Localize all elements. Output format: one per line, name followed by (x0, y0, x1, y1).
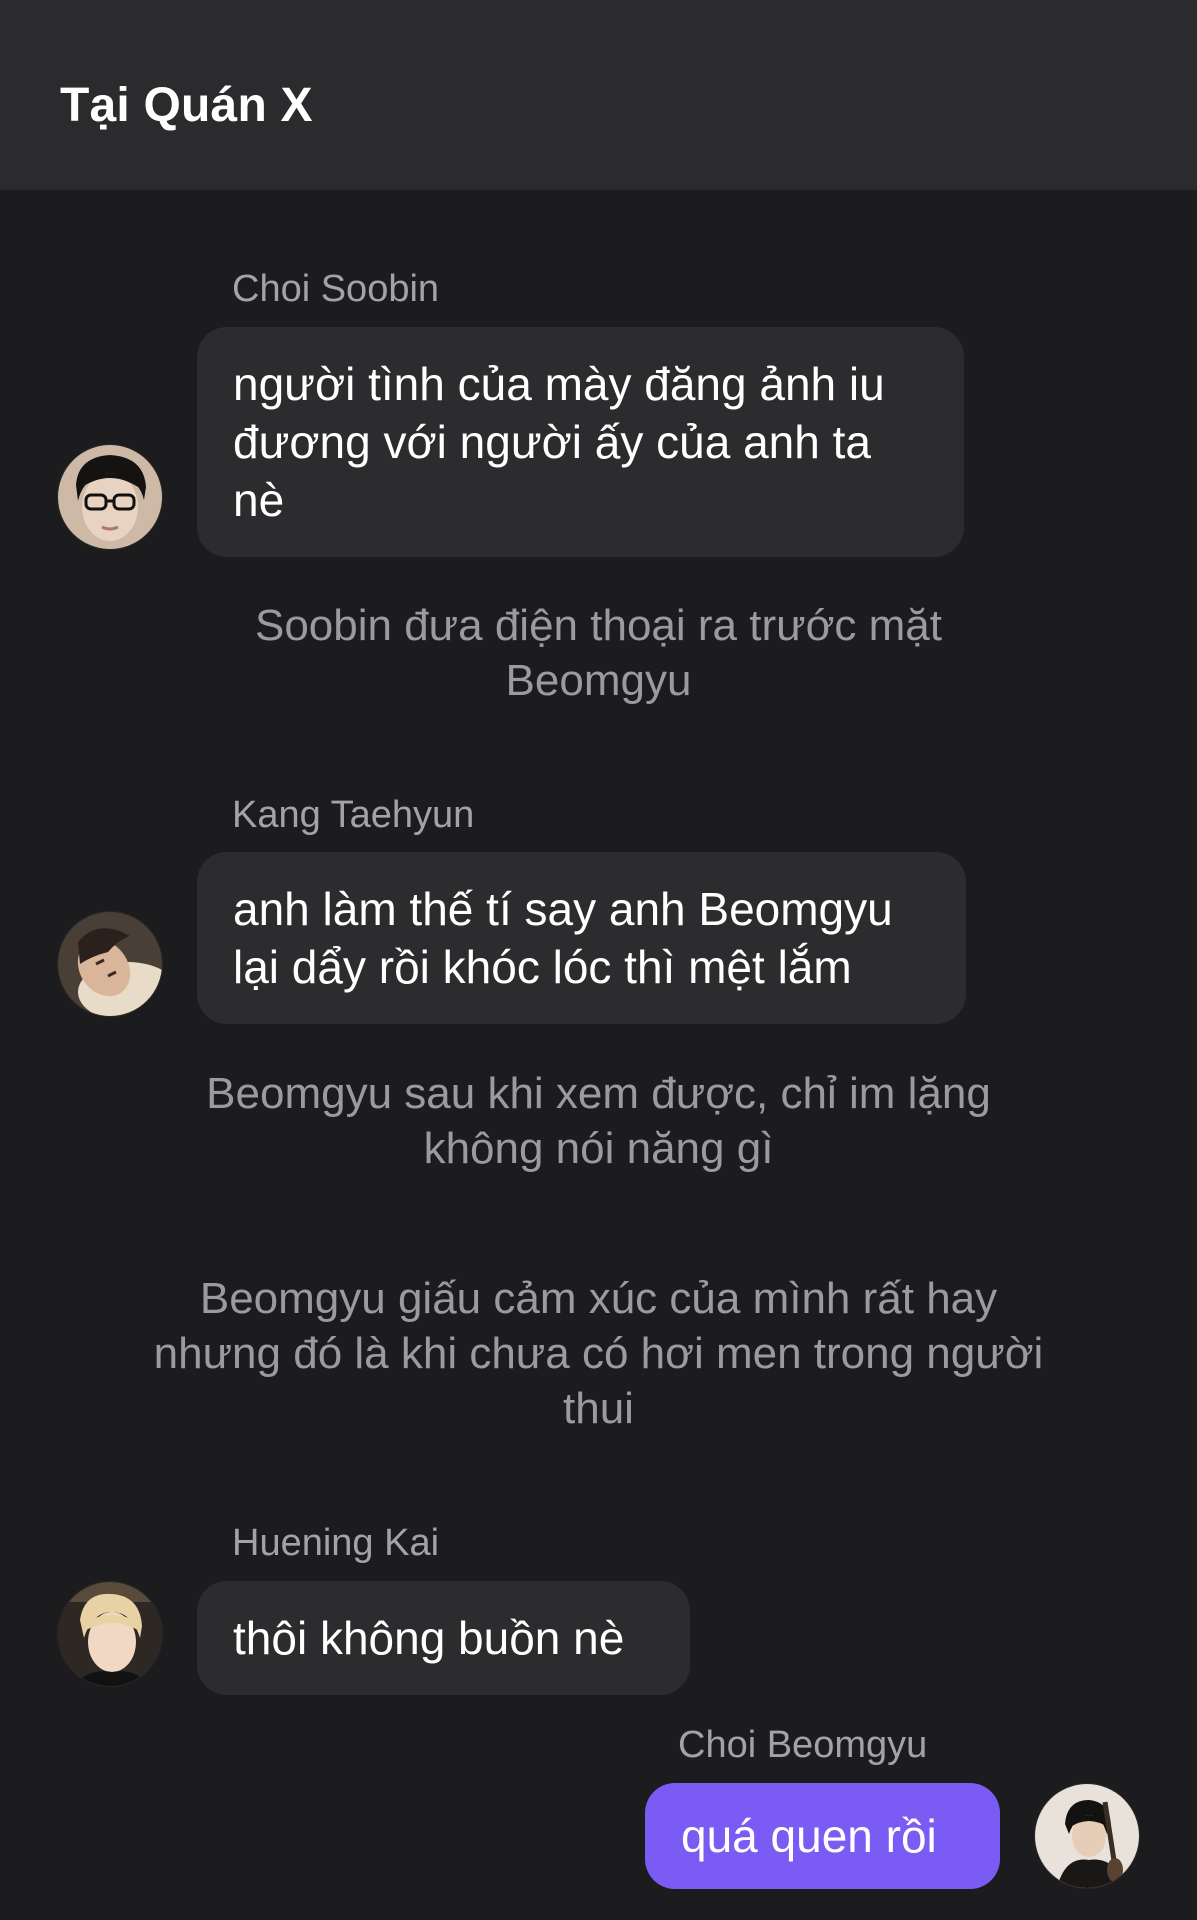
narration-text: Beomgyu sau khi xem được, chỉ im lặng kh… (206, 1069, 991, 1173)
message-bubble[interactable]: thôi không buồn nè (197, 1581, 690, 1695)
self-message-bubble[interactable]: quá quen rồi (645, 1783, 1000, 1889)
narration-text: Beomgyu giấu cảm xúc của mình rất hay nh… (153, 1274, 1044, 1433)
sender-name: Kang Taehyun (232, 794, 475, 836)
avatar-kai-icon[interactable] (58, 1582, 162, 1686)
sender-name: Choi Soobin (232, 268, 440, 310)
message-bubble[interactable]: người tình của mày đăng ảnh iu đương với… (197, 327, 964, 557)
avatar-soobin-icon[interactable] (58, 445, 162, 549)
avatar-beomgyu-icon[interactable] (1035, 1784, 1139, 1888)
chat-header: Tại Quán X (0, 0, 1197, 190)
sender-name: Choi Beomgyu (678, 1724, 928, 1766)
sender-name: Huening Kai (232, 1522, 440, 1564)
avatar-taehyun-icon[interactable] (58, 912, 162, 1016)
chat-title: Tại Quán X (60, 79, 313, 132)
message-bubble[interactable]: anh làm thế tí say anh Beomgyu lại dẩy r… (197, 852, 966, 1024)
narration-text: Soobin đưa điện thoại ra trước mặt Beomg… (254, 601, 942, 705)
